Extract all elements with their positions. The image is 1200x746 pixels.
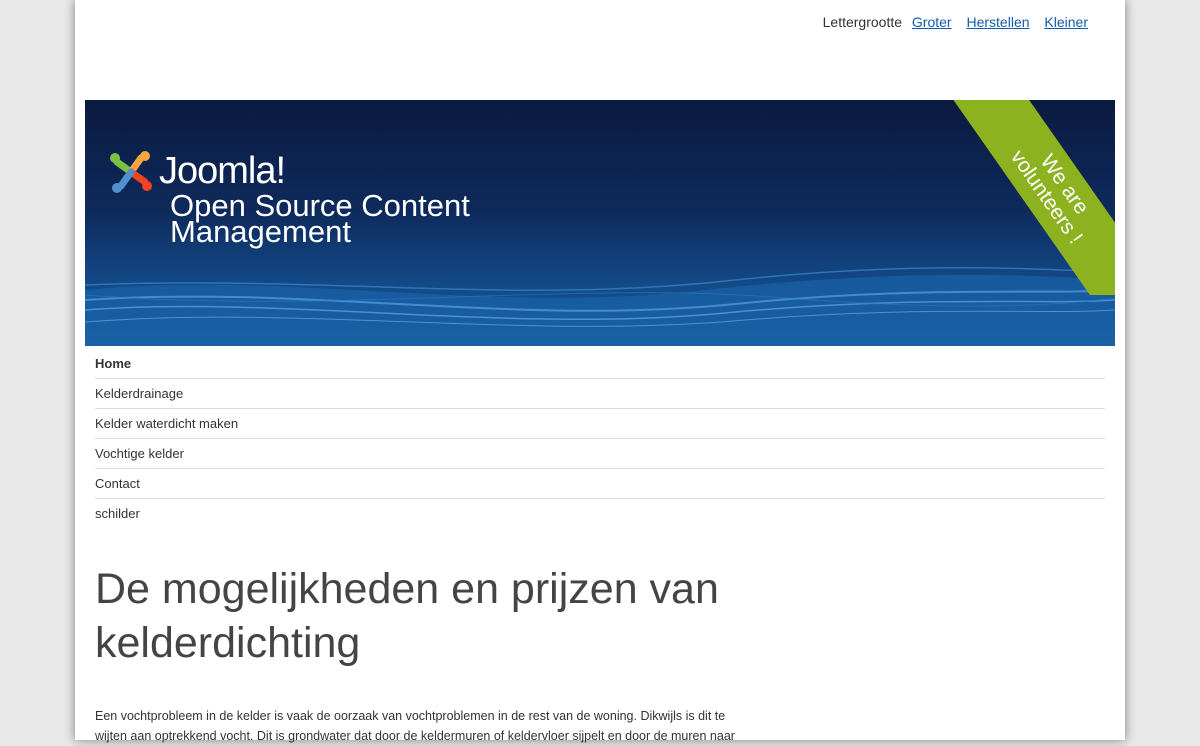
article-body: Een vochtprobleem in de kelder is vaak d…	[95, 709, 735, 743]
main-menu: Home Kelderdrainage Kelder waterdicht ma…	[95, 349, 1105, 528]
menu-item-contact[interactable]: Contact	[95, 469, 1105, 499]
joomla-logo-icon	[110, 151, 152, 193]
page-container: Lettergrootte Groter Herstellen Kleiner	[75, 0, 1125, 743]
header-banner: Joomla! Open Source Content Management W…	[85, 100, 1115, 346]
font-reset-link[interactable]: Herstellen	[966, 14, 1029, 30]
font-size-label: Lettergrootte	[822, 14, 903, 30]
font-size-controls: Lettergrootte Groter Herstellen Kleiner	[823, 14, 1088, 30]
menu-item-vochtige-kelder[interactable]: Vochtige kelder	[95, 439, 1105, 469]
menu-item-kelder-waterdicht[interactable]: Kelder waterdicht maken	[95, 409, 1105, 439]
menu-item-home[interactable]: Home	[95, 349, 1105, 379]
menu-item-kelderdrainage[interactable]: Kelderdrainage	[95, 379, 1105, 409]
volunteers-ribbon: We are volunteers !	[945, 100, 1115, 295]
font-smaller-link[interactable]: Kleiner	[1044, 14, 1088, 30]
menu-item-schilder[interactable]: schilder	[95, 499, 1105, 528]
joomla-brand-name: Joomla!	[159, 150, 286, 192]
font-bigger-link[interactable]: Groter	[912, 14, 952, 30]
header-tagline: Open Source Content Management	[170, 188, 470, 249]
article-title: De mogelijkheden en prijzen van kelderdi…	[95, 565, 719, 667]
